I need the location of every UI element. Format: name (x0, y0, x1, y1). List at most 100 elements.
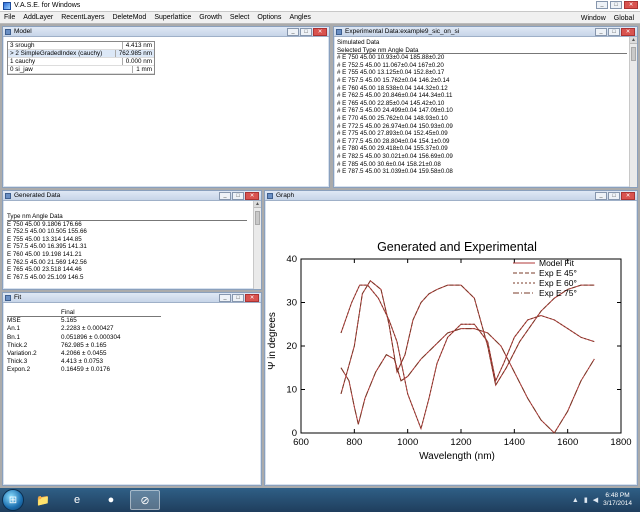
exp-data-scrollbar[interactable]: ▲ (629, 37, 637, 187)
legend-entry: Exp E 75° (539, 288, 577, 298)
fit-title: Fit (14, 294, 22, 301)
close-icon[interactable]: ✕ (313, 28, 327, 36)
fit-row[interactable]: Expon.2 0.16459 ± 0.0176 (7, 366, 161, 374)
minimize-icon[interactable]: _ (595, 192, 607, 200)
gen-data-row[interactable]: E 760 45.00 19.198 141.21 (7, 251, 247, 259)
scroll-thumb[interactable] (255, 211, 260, 225)
menu-superlattice[interactable]: Superlattice (150, 14, 195, 21)
exp-data-row[interactable]: # E 757.5 45.00 15.762±0.04 146.2±0.14 (337, 77, 627, 85)
fit-titlebar[interactable]: Fit _ □ ✕ (3, 293, 261, 303)
gen-data-row[interactable]: E 752.5 45.00 10.505 155.66 (7, 228, 247, 236)
close-icon[interactable]: ✕ (245, 192, 259, 200)
menu-recentlayers[interactable]: RecentLayers (57, 14, 108, 21)
x-tick-label: 1800 (610, 437, 631, 448)
exp-data-column-header: Selected Type nm Angle Data (337, 47, 627, 55)
model-window-title: Model (14, 28, 32, 35)
close-icon[interactable]: ✕ (245, 294, 259, 302)
menu-options[interactable]: Options (253, 14, 285, 21)
tray-arrow-icon[interactable]: ▲ (572, 497, 579, 504)
exp-data-row[interactable]: # E 775 45.00 27.893±0.04 152.45±0.09 (337, 130, 627, 138)
menu-select[interactable]: Select (226, 14, 253, 21)
exp-data-row[interactable]: # E 787.5 45.00 31.039±0.04 159.58±0.08 (337, 168, 627, 176)
window-icon (267, 192, 273, 199)
model-window-titlebar[interactable]: Model _ □ ✕ (3, 27, 329, 37)
scroll-thumb[interactable] (631, 47, 636, 61)
model-layer-list: 3 srough 4.413 nm > 2 SimpleGradedIndex (… (7, 41, 155, 75)
fit-row[interactable]: MSE 5.165 (7, 317, 161, 325)
close-icon[interactable]: ✕ (624, 1, 638, 9)
model-layer-row[interactable]: 3 srough 4.413 nm (8, 42, 154, 50)
maximize-icon[interactable]: □ (232, 294, 244, 302)
exp-data-row[interactable]: # E 772.5 45.00 26.974±0.04 150.93±0.09 (337, 123, 627, 131)
exp-data-row[interactable]: # E 785 45.00 30.6±0.04 158.21±0.08 (337, 161, 627, 169)
clock[interactable]: 6:48 PM 3/17/2014 (603, 492, 632, 508)
minimize-icon[interactable]: _ (219, 294, 231, 302)
volume-icon[interactable]: ◀ (593, 496, 598, 504)
menu-growth[interactable]: Growth (195, 14, 226, 21)
menu-file[interactable]: File (0, 14, 19, 21)
gen-data-row[interactable]: E 762.5 45.00 21.569 142.56 (7, 259, 247, 267)
exp-series-line (340, 284, 595, 431)
generated-data-window: Generated Data _ □ ✕ Type nm Angle Data … (2, 190, 262, 290)
minimize-icon[interactable]: _ (595, 28, 607, 36)
window-icon (336, 28, 342, 35)
internet-explorer-taskbar-icon[interactable]: e (62, 490, 92, 510)
graph-titlebar[interactable]: Graph _ □ ✕ (265, 191, 637, 201)
close-icon[interactable]: ✕ (621, 192, 635, 200)
maximize-icon[interactable]: □ (232, 192, 244, 200)
maximize-icon[interactable]: □ (300, 28, 312, 36)
start-button[interactable]: ⊞ (2, 489, 24, 511)
menu-angles[interactable]: Angles (285, 14, 314, 21)
explorer-taskbar-icon[interactable]: 📁 (28, 490, 58, 510)
fit-row[interactable]: An.1 2.2283 ± 0.000427 (7, 325, 161, 333)
fit-row[interactable]: Thick.2 762.985 ± 0.165 (7, 342, 161, 350)
exp-data-row[interactable]: # E 777.5 45.00 28.804±0.04 154.1±0.09 (337, 138, 627, 146)
fit-row[interactable]: Bn.1 0.051896 ± 0.000304 (7, 334, 161, 342)
menu-deletemod[interactable]: DeleteMod (108, 14, 150, 21)
minimize-icon[interactable]: _ (219, 192, 231, 200)
model-fit-line (340, 328, 595, 434)
exp-data-row[interactable]: # E 765 45.00 22.85±0.04 145.42±0.10 (337, 100, 627, 108)
maximize-icon[interactable]: □ (610, 1, 622, 9)
exp-data-row[interactable]: # E 762.5 45.00 20.846±0.04 144.34±0.11 (337, 92, 627, 100)
network-icon[interactable]: ▮ (584, 496, 588, 504)
menu-global[interactable]: Global (610, 15, 638, 22)
gen-data-row[interactable]: E 755 45.00 13.314 144.85 (7, 236, 247, 244)
gen-data-scrollbar[interactable]: ▲ (253, 201, 261, 289)
menu-addlayer[interactable]: AddLayer (19, 14, 57, 21)
gen-data-row[interactable]: E 767.5 45.00 25.109 146.5 (7, 274, 247, 282)
minimize-icon[interactable]: _ (287, 28, 299, 36)
model-layer-row[interactable]: > 2 SimpleGradedIndex (cauchy) 762.985 nm (8, 50, 154, 58)
ellipsometry-chart[interactable]: Generated and Experimental Wavelength (n… (265, 201, 637, 485)
exp-data-row[interactable]: # E 767.5 45.00 24.499±0.04 147.09±0.10 (337, 107, 627, 115)
exp-data-row[interactable]: # E 770 45.00 25.762±0.04 148.93±0.10 (337, 115, 627, 123)
close-icon[interactable]: ✕ (621, 28, 635, 36)
maximize-icon[interactable]: □ (608, 192, 620, 200)
scroll-up-icon[interactable]: ▲ (630, 37, 637, 44)
generated-data-titlebar[interactable]: Generated Data _ □ ✕ (3, 191, 261, 201)
model-layer-row[interactable]: 0 si_jaw 1 mm (8, 66, 154, 74)
menu-window[interactable]: Window (577, 15, 610, 22)
exp-data-row[interactable]: # E 752.5 45.00 11.067±0.04 167±0.20 (337, 62, 627, 70)
maximize-icon[interactable]: □ (608, 28, 620, 36)
exp-data-row[interactable]: # E 780 45.00 29.418±0.04 155.37±0.09 (337, 145, 627, 153)
y-tick-label: 30 (286, 298, 297, 309)
exp-data-row[interactable]: # E 750 45.00 10.93±0.04 185.88±0.20 (337, 54, 627, 62)
experimental-data-titlebar[interactable]: Experimental Data:example9_sic_on_si _ □… (334, 27, 637, 37)
gen-data-row[interactable]: E 765 45.00 23.518 144.46 (7, 266, 247, 274)
gen-data-row[interactable]: E 757.5 45.00 16.395 141.31 (7, 243, 247, 251)
x-tick-label: 1000 (397, 437, 418, 448)
exp-data-row[interactable]: # E 755 45.00 13.125±0.04 152.8±0.17 (337, 69, 627, 77)
system-tray: ▲ ▮ ◀ 6:48 PM 3/17/2014 (572, 490, 632, 510)
model-layer-row[interactable]: 1 cauchy 0.000 nm (8, 58, 154, 66)
exp-data-row[interactable]: # E 782.5 45.00 30.021±0.04 156.69±0.09 (337, 153, 627, 161)
gen-data-list: E 750 45.00 9.1806 176.66 E 752.5 45.00 1… (7, 221, 247, 282)
scroll-up-icon[interactable]: ▲ (254, 201, 261, 208)
vase-taskbar-icon[interactable]: ⊘ (130, 490, 160, 510)
fit-row[interactable]: Thick.3 4.413 ± 0.0753 (7, 358, 161, 366)
minimize-icon[interactable]: _ (596, 1, 608, 9)
gen-data-row[interactable]: E 750 45.00 9.1806 176.66 (7, 221, 247, 229)
firefox-taskbar-icon[interactable]: ● (96, 490, 126, 510)
exp-data-row[interactable]: # E 760 45.00 18.538±0.04 144.32±0.12 (337, 85, 627, 93)
fit-row[interactable]: Variation.2 4.2066 ± 0.0455 (7, 350, 161, 358)
